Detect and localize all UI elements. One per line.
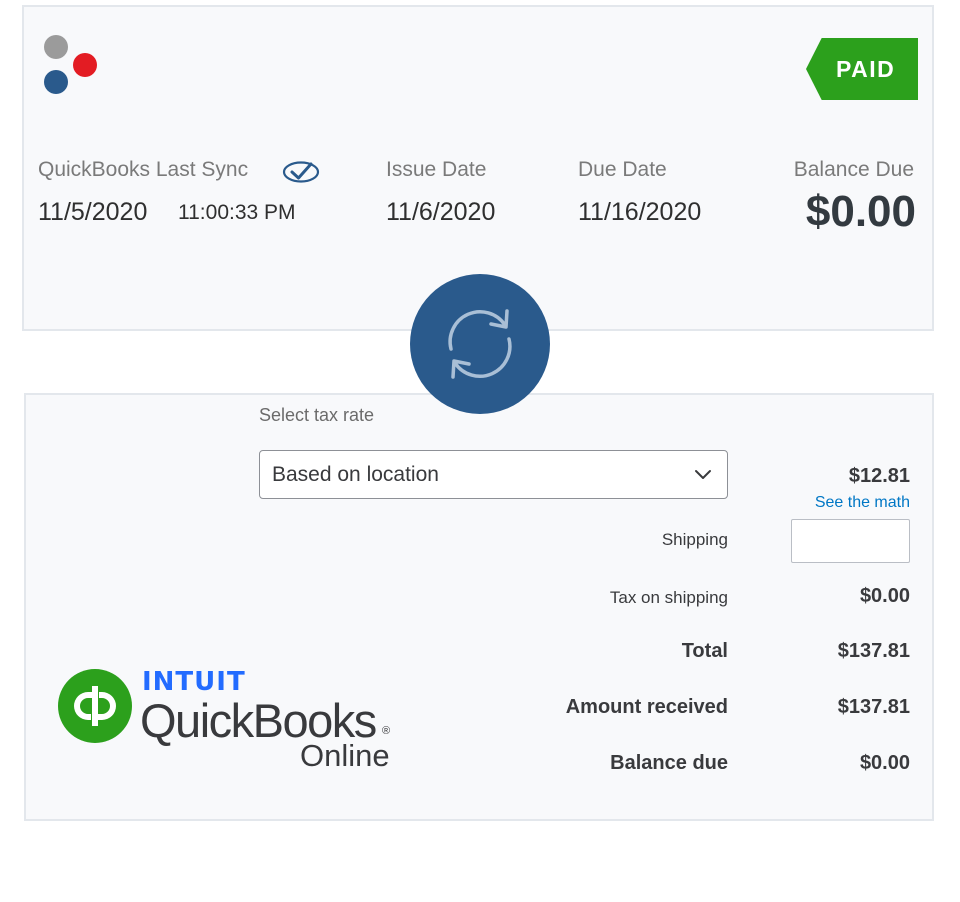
issue-date-value: 11/6/2020 [386, 198, 496, 226]
sync-time: 11:00:33 PM [178, 201, 296, 224]
shipping-input[interactable] [791, 519, 910, 563]
balance-due-label: Balance Due [793, 158, 914, 181]
balance-due-row-value: $0.00 [859, 752, 910, 774]
tax-on-shipping-value: $0.00 [859, 585, 910, 607]
total-label: Total [681, 640, 728, 662]
shipping-label: Shipping [661, 530, 728, 549]
sync-button[interactable] [410, 274, 550, 414]
quickbooks-logo-icon [58, 669, 132, 743]
sync-label: QuickBooks Last Sync [38, 158, 249, 181]
due-date-value: 11/16/2020 [578, 198, 702, 226]
balance-due-value: $0.00 [805, 187, 916, 236]
total-value: $137.81 [837, 640, 910, 662]
sync-arrows-icon [448, 309, 512, 379]
sync-date: 11/5/2020 [38, 198, 148, 226]
tax-rate-select[interactable]: Based on location [259, 450, 728, 499]
status-badge: PAID [806, 38, 918, 100]
amount-received-value: $137.81 [837, 696, 910, 718]
due-date-label: Due Date [578, 158, 667, 181]
issue-date-label: Issue Date [386, 158, 487, 181]
check-circle-icon [282, 161, 320, 183]
three-dots-logo-icon [44, 35, 97, 94]
registered-mark: ® [382, 725, 391, 737]
online-wordmark: Online [300, 738, 390, 773]
amount-received-label: Amount received [565, 696, 728, 718]
tax-amount-value: $12.81 [848, 465, 910, 487]
chevron-down-icon [695, 470, 711, 479]
tax-rate-label: Select tax rate [259, 405, 375, 425]
qb-glyph-icon [74, 686, 116, 726]
balance-due-row-label: Balance due [610, 752, 728, 774]
quickbooks-online-logo: INTUIT QuickBooks ® Online [58, 665, 398, 777]
see-the-math-link[interactable]: See the math [815, 494, 910, 512]
tax-rate-selected-value: Based on location [272, 462, 439, 486]
tax-on-shipping-label: Tax on shipping [609, 588, 728, 607]
